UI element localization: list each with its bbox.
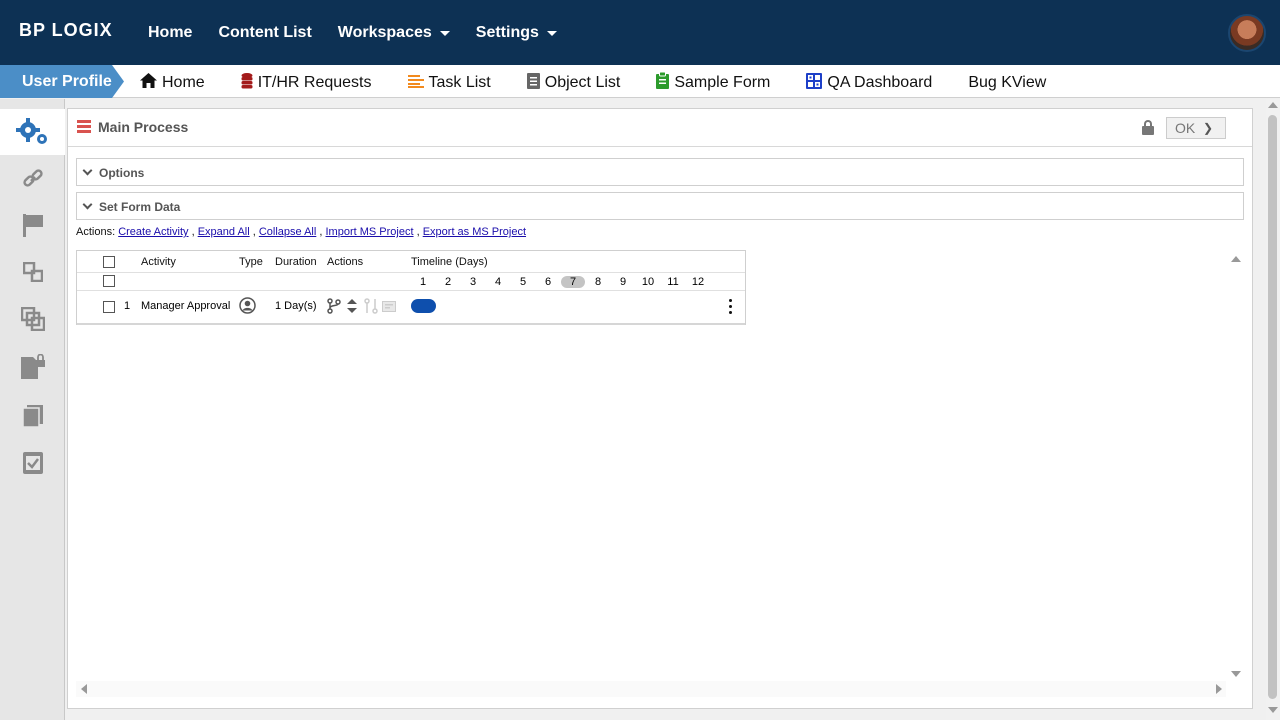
scroll-up-icon[interactable] <box>1268 102 1278 108</box>
more-options-icon[interactable] <box>729 299 732 317</box>
day-label: 1 <box>419 276 427 288</box>
day-label: 12 <box>691 276 705 288</box>
activity-name[interactable]: Manager Approval <box>141 300 230 312</box>
day-label-current: 7 <box>561 276 585 288</box>
nav-workspaces[interactable]: Workspaces <box>338 24 450 42</box>
select-all-checkbox[interactable] <box>103 256 115 268</box>
scroll-up-icon[interactable] <box>1231 256 1241 262</box>
branch-icon[interactable] <box>327 298 341 317</box>
database-icon <box>241 72 253 93</box>
scrollbar-thumb[interactable] <box>1268 115 1277 699</box>
caret-down-icon <box>546 30 557 36</box>
day-label: 6 <box>544 276 552 288</box>
locked-document-icon[interactable] <box>0 344 65 390</box>
documents-icon[interactable] <box>0 393 65 439</box>
left-rail <box>0 99 65 720</box>
user-icon <box>239 297 256 317</box>
copy-steps-icon[interactable] <box>0 296 65 342</box>
avatar[interactable] <box>1228 14 1266 52</box>
scroll-down-icon[interactable] <box>1231 671 1241 677</box>
document-icon <box>526 72 540 93</box>
gantt-header: Activity Type Duration Actions Timeline … <box>77 251 745 273</box>
day-label: 5 <box>519 276 527 288</box>
secnav-object-list[interactable]: Object List <box>526 72 620 93</box>
create-activity-link[interactable]: Create Activity <box>118 226 188 238</box>
timeline-days-row: 1 2 3 4 5 6 7 8 9 10 11 12 <box>77 273 745 291</box>
horizontal-scrollbar[interactable] <box>76 681 1226 697</box>
table-row[interactable]: 1 Manager Approval 1 Day(s) <box>77 291 745 323</box>
nav-content-list[interactable]: Content List <box>218 24 311 42</box>
day-label: 11 <box>667 276 679 288</box>
day-label: 2 <box>444 276 452 288</box>
secnav-home[interactable]: Home <box>140 72 205 93</box>
actions-bar: Actions: Create Activity , Expand All , … <box>76 226 527 238</box>
secondary-nav: User Profile Home IT/HR Requests Task Li… <box>0 65 1280 98</box>
activity-duration: 1 Day(s) <box>275 300 317 312</box>
lock-icon[interactable] <box>1142 120 1154 135</box>
list-icon <box>407 74 424 92</box>
gears-icon[interactable] <box>0 109 65 155</box>
day-label: 8 <box>594 276 602 288</box>
activity-timeline-bar[interactable] <box>411 299 436 313</box>
row-checkbox[interactable] <box>103 275 115 287</box>
ok-button[interactable]: OK ❯ <box>1166 117 1226 139</box>
chevron-down-icon <box>82 165 93 176</box>
secnav-sample-form[interactable]: Sample Form <box>656 71 770 93</box>
options-section[interactable]: Options <box>76 158 1244 186</box>
panel-title: Main Process <box>98 119 189 135</box>
chevron-down-icon: ❯ <box>1203 121 1214 135</box>
grid-bottom-border <box>77 323 745 325</box>
panel-header: Main Process OK ❯ <box>68 109 1252 147</box>
clipboard-icon <box>656 71 670 93</box>
col-duration: Duration <box>275 256 317 268</box>
subprocess-icon[interactable] <box>0 249 65 295</box>
connector-icon <box>364 298 378 317</box>
col-actions: Actions <box>327 256 364 268</box>
scroll-left-icon[interactable] <box>81 684 87 694</box>
day-label: 9 <box>619 276 627 288</box>
flag-icon[interactable] <box>0 202 65 248</box>
logo[interactable]: BP LOGIX <box>19 20 113 41</box>
form-icon <box>382 301 396 315</box>
row-checkbox[interactable] <box>103 301 115 313</box>
secnav-qa-dashboard[interactable]: QA Dashboard <box>806 72 932 93</box>
secnav-bug-kview[interactable]: Bug KView <box>968 72 1046 93</box>
import-ms-project-link[interactable]: Import MS Project <box>326 226 414 238</box>
scroll-down-icon[interactable] <box>1268 707 1278 713</box>
chevron-down-icon <box>82 199 93 210</box>
day-label: 10 <box>641 276 655 288</box>
col-type: Type <box>239 256 263 268</box>
user-profile-tab[interactable]: User Profile <box>0 65 124 98</box>
day-label: 3 <box>469 276 477 288</box>
top-nav: Home Content List Workspaces Settings <box>148 24 583 42</box>
main-process-panel: Main Process OK ❯ Options Set Form Data A… <box>67 108 1253 709</box>
nav-settings[interactable]: Settings <box>476 24 557 42</box>
day-label: 4 <box>494 276 502 288</box>
expand-all-link[interactable]: Expand All <box>198 226 250 238</box>
gantt-grid: Activity Type Duration Actions Timeline … <box>76 250 746 325</box>
checklist-icon[interactable] <box>0 440 65 486</box>
page-scrollbar[interactable] <box>1266 99 1280 720</box>
home-icon <box>140 73 157 92</box>
caret-down-icon <box>439 30 450 36</box>
set-form-data-section[interactable]: Set Form Data <box>76 192 1244 220</box>
dashboard-icon <box>806 72 823 93</box>
collapse-all-link[interactable]: Collapse All <box>259 226 316 238</box>
scroll-right-icon[interactable] <box>1216 684 1222 694</box>
nav-home[interactable]: Home <box>148 24 192 42</box>
link-icon[interactable] <box>0 156 65 202</box>
secnav-task-list[interactable]: Task List <box>407 72 491 93</box>
row-index: 1 <box>124 300 131 312</box>
export-ms-project-link[interactable]: Export as MS Project <box>423 226 526 238</box>
col-timeline: Timeline (Days) <box>411 256 488 268</box>
col-activity: Activity <box>141 256 176 268</box>
secnav-it-hr-requests[interactable]: IT/HR Requests <box>241 72 372 93</box>
top-header: BP LOGIX Home Content List Workspaces Se… <box>0 0 1280 65</box>
process-icon <box>77 120 91 133</box>
move-updown-icon[interactable] <box>347 299 357 316</box>
